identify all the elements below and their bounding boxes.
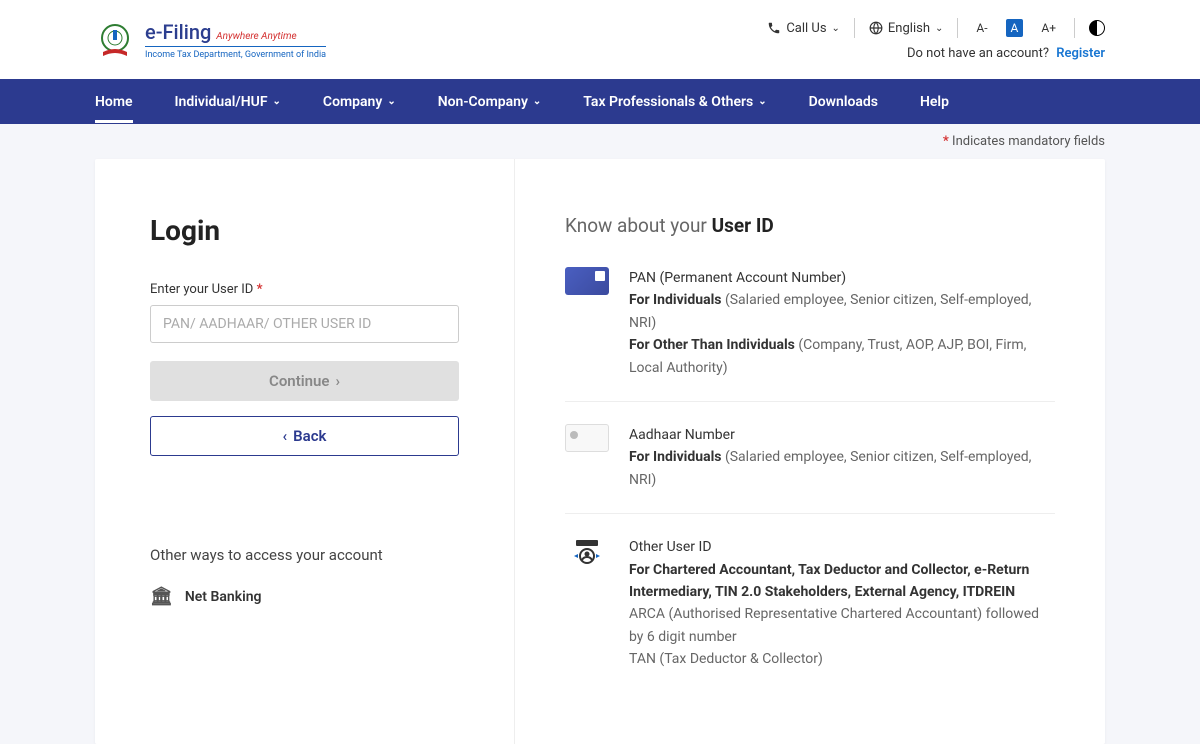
logo-area[interactable]: e-Filing Anywhere Anytime Income Tax Dep… xyxy=(95,20,326,60)
chevron-down-icon: ⌄ xyxy=(935,23,943,34)
phone-icon xyxy=(767,21,781,35)
top-bar: e-Filing Anywhere Anytime Income Tax Dep… xyxy=(0,0,1200,79)
nav-home[interactable]: Home xyxy=(95,81,133,123)
userid-label: Enter your User ID * xyxy=(150,282,459,297)
font-decrease-button[interactable]: A- xyxy=(972,19,991,37)
bank-icon: 🏛 xyxy=(150,586,173,607)
register-link[interactable]: Register xyxy=(1056,46,1105,61)
main-nav: Home Individual/HUF⌄ Company⌄ Non-Compan… xyxy=(0,79,1200,124)
pan-card-icon xyxy=(565,267,609,301)
divider xyxy=(854,18,855,38)
nav-tax-professionals[interactable]: Tax Professionals & Others⌄ xyxy=(583,81,766,123)
other-user-icon xyxy=(565,536,609,570)
netbanking-link[interactable]: 🏛 Net Banking xyxy=(150,586,459,607)
other-ways-title: Other ways to access your account xyxy=(150,546,459,564)
nav-individual[interactable]: Individual/HUF⌄ xyxy=(175,81,281,123)
mandatory-note: * Indicates mandatory fields xyxy=(0,124,1200,149)
font-increase-button[interactable]: A+ xyxy=(1037,19,1060,37)
no-account-text: Do not have an account? xyxy=(907,46,1049,61)
nav-company[interactable]: Company⌄ xyxy=(323,81,396,123)
back-button[interactable]: ‹ Back xyxy=(150,416,459,456)
login-title: Login xyxy=(150,214,459,247)
chevron-down-icon: ⌄ xyxy=(387,96,395,107)
divider xyxy=(957,18,958,38)
font-default-button[interactable]: A xyxy=(1006,19,1024,37)
brand-subtitle: Income Tax Department, Government of Ind… xyxy=(145,46,326,60)
brand-text: e-Filing xyxy=(145,20,211,44)
chevron-down-icon: ⌄ xyxy=(273,96,281,107)
userid-input[interactable] xyxy=(150,305,459,343)
nav-downloads[interactable]: Downloads xyxy=(809,81,878,123)
chevron-left-icon: ‹ xyxy=(283,427,288,445)
info-aadhaar: Aadhaar Number For Individuals (Salaried… xyxy=(565,424,1055,514)
info-panel: Know about your User ID PAN (Permanent A… xyxy=(515,159,1105,744)
info-pan: PAN (Permanent Account Number) For Indiv… xyxy=(565,267,1055,402)
chevron-down-icon: ⌄ xyxy=(758,96,766,107)
tagline-text: Anywhere Anytime xyxy=(216,31,296,42)
divider xyxy=(1074,18,1075,38)
main-content: Login Enter your User ID * Continue › ‹ … xyxy=(95,159,1105,744)
nav-noncompany[interactable]: Non-Company⌄ xyxy=(438,81,542,123)
aadhaar-card-icon xyxy=(565,424,609,458)
info-other: Other User ID For Chartered Accountant, … xyxy=(565,536,1055,692)
chevron-right-icon: › xyxy=(335,372,340,390)
nav-help[interactable]: Help xyxy=(920,81,949,123)
call-us-dropdown[interactable]: Call Us ⌄ xyxy=(767,21,840,36)
login-panel: Login Enter your User ID * Continue › ‹ … xyxy=(95,159,515,744)
chevron-down-icon: ⌄ xyxy=(533,96,541,107)
know-title: Know about your User ID xyxy=(565,214,1055,237)
language-dropdown[interactable]: English ⌄ xyxy=(869,21,943,36)
continue-button[interactable]: Continue › xyxy=(150,361,459,401)
chevron-down-icon: ⌄ xyxy=(832,23,840,34)
contrast-toggle-icon[interactable] xyxy=(1089,20,1105,36)
emblem-icon xyxy=(95,20,135,60)
globe-icon xyxy=(869,21,883,35)
